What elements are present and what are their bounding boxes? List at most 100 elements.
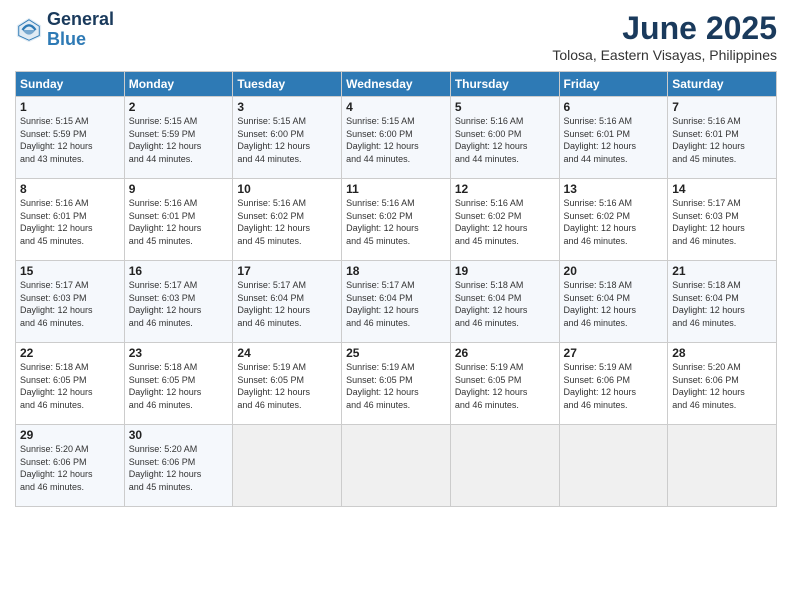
day-info: Sunrise: 5:15 AM Sunset: 6:00 PM Dayligh… bbox=[346, 115, 446, 165]
day-info: Sunrise: 5:16 AM Sunset: 6:01 PM Dayligh… bbox=[672, 115, 772, 165]
calendar-cell: 28Sunrise: 5:20 AM Sunset: 6:06 PM Dayli… bbox=[668, 343, 777, 425]
calendar-cell: 20Sunrise: 5:18 AM Sunset: 6:04 PM Dayli… bbox=[559, 261, 668, 343]
calendar-cell: 6Sunrise: 5:16 AM Sunset: 6:01 PM Daylig… bbox=[559, 97, 668, 179]
day-info: Sunrise: 5:17 AM Sunset: 6:03 PM Dayligh… bbox=[129, 279, 229, 329]
day-number: 26 bbox=[455, 346, 555, 360]
calendar-cell bbox=[233, 425, 342, 507]
logo-text: General Blue bbox=[47, 10, 114, 50]
day-number: 7 bbox=[672, 100, 772, 114]
day-number: 14 bbox=[672, 182, 772, 196]
day-number: 16 bbox=[129, 264, 229, 278]
header-monday: Monday bbox=[124, 72, 233, 97]
logo: General Blue bbox=[15, 10, 114, 50]
day-number: 3 bbox=[237, 100, 337, 114]
day-info: Sunrise: 5:19 AM Sunset: 6:05 PM Dayligh… bbox=[455, 361, 555, 411]
calendar-cell: 18Sunrise: 5:17 AM Sunset: 6:04 PM Dayli… bbox=[342, 261, 451, 343]
day-info: Sunrise: 5:19 AM Sunset: 6:06 PM Dayligh… bbox=[564, 361, 664, 411]
calendar-cell: 11Sunrise: 5:16 AM Sunset: 6:02 PM Dayli… bbox=[342, 179, 451, 261]
location: Tolosa, Eastern Visayas, Philippines bbox=[552, 47, 777, 63]
day-number: 8 bbox=[20, 182, 120, 196]
day-info: Sunrise: 5:18 AM Sunset: 6:04 PM Dayligh… bbox=[672, 279, 772, 329]
day-info: Sunrise: 5:18 AM Sunset: 6:05 PM Dayligh… bbox=[20, 361, 120, 411]
day-info: Sunrise: 5:16 AM Sunset: 6:01 PM Dayligh… bbox=[564, 115, 664, 165]
day-number: 19 bbox=[455, 264, 555, 278]
calendar-cell: 26Sunrise: 5:19 AM Sunset: 6:05 PM Dayli… bbox=[450, 343, 559, 425]
calendar-cell: 21Sunrise: 5:18 AM Sunset: 6:04 PM Dayli… bbox=[668, 261, 777, 343]
day-info: Sunrise: 5:19 AM Sunset: 6:05 PM Dayligh… bbox=[237, 361, 337, 411]
calendar-row: 22Sunrise: 5:18 AM Sunset: 6:05 PM Dayli… bbox=[16, 343, 777, 425]
page-header: General Blue June 2025 Tolosa, Eastern V… bbox=[15, 10, 777, 63]
day-number: 13 bbox=[564, 182, 664, 196]
day-number: 11 bbox=[346, 182, 446, 196]
day-number: 24 bbox=[237, 346, 337, 360]
calendar-cell bbox=[668, 425, 777, 507]
header-sunday: Sunday bbox=[16, 72, 125, 97]
day-info: Sunrise: 5:18 AM Sunset: 6:04 PM Dayligh… bbox=[564, 279, 664, 329]
day-info: Sunrise: 5:17 AM Sunset: 6:03 PM Dayligh… bbox=[20, 279, 120, 329]
header-wednesday: Wednesday bbox=[342, 72, 451, 97]
day-number: 29 bbox=[20, 428, 120, 442]
day-info: Sunrise: 5:17 AM Sunset: 6:04 PM Dayligh… bbox=[346, 279, 446, 329]
day-info: Sunrise: 5:16 AM Sunset: 6:02 PM Dayligh… bbox=[346, 197, 446, 247]
day-number: 2 bbox=[129, 100, 229, 114]
calendar-cell: 19Sunrise: 5:18 AM Sunset: 6:04 PM Dayli… bbox=[450, 261, 559, 343]
day-number: 15 bbox=[20, 264, 120, 278]
day-number: 17 bbox=[237, 264, 337, 278]
day-number: 27 bbox=[564, 346, 664, 360]
day-number: 20 bbox=[564, 264, 664, 278]
calendar-cell: 1Sunrise: 5:15 AM Sunset: 5:59 PM Daylig… bbox=[16, 97, 125, 179]
day-number: 25 bbox=[346, 346, 446, 360]
header-thursday: Thursday bbox=[450, 72, 559, 97]
calendar-cell: 8Sunrise: 5:16 AM Sunset: 6:01 PM Daylig… bbox=[16, 179, 125, 261]
calendar-cell: 15Sunrise: 5:17 AM Sunset: 6:03 PM Dayli… bbox=[16, 261, 125, 343]
day-number: 5 bbox=[455, 100, 555, 114]
day-number: 30 bbox=[129, 428, 229, 442]
day-number: 4 bbox=[346, 100, 446, 114]
calendar-cell: 30Sunrise: 5:20 AM Sunset: 6:06 PM Dayli… bbox=[124, 425, 233, 507]
day-info: Sunrise: 5:16 AM Sunset: 6:02 PM Dayligh… bbox=[564, 197, 664, 247]
calendar-row: 8Sunrise: 5:16 AM Sunset: 6:01 PM Daylig… bbox=[16, 179, 777, 261]
day-number: 28 bbox=[672, 346, 772, 360]
day-info: Sunrise: 5:20 AM Sunset: 6:06 PM Dayligh… bbox=[129, 443, 229, 493]
day-info: Sunrise: 5:18 AM Sunset: 6:04 PM Dayligh… bbox=[455, 279, 555, 329]
calendar-cell: 29Sunrise: 5:20 AM Sunset: 6:06 PM Dayli… bbox=[16, 425, 125, 507]
day-info: Sunrise: 5:19 AM Sunset: 6:05 PM Dayligh… bbox=[346, 361, 446, 411]
day-info: Sunrise: 5:15 AM Sunset: 5:59 PM Dayligh… bbox=[129, 115, 229, 165]
logo-icon bbox=[15, 16, 43, 44]
calendar-cell: 7Sunrise: 5:16 AM Sunset: 6:01 PM Daylig… bbox=[668, 97, 777, 179]
calendar-cell bbox=[450, 425, 559, 507]
calendar-cell: 13Sunrise: 5:16 AM Sunset: 6:02 PM Dayli… bbox=[559, 179, 668, 261]
day-info: Sunrise: 5:16 AM Sunset: 6:01 PM Dayligh… bbox=[20, 197, 120, 247]
calendar-table: Sunday Monday Tuesday Wednesday Thursday… bbox=[15, 71, 777, 507]
day-number: 6 bbox=[564, 100, 664, 114]
weekday-header-row: Sunday Monday Tuesday Wednesday Thursday… bbox=[16, 72, 777, 97]
day-number: 22 bbox=[20, 346, 120, 360]
calendar-cell: 4Sunrise: 5:15 AM Sunset: 6:00 PM Daylig… bbox=[342, 97, 451, 179]
calendar-cell bbox=[559, 425, 668, 507]
day-info: Sunrise: 5:15 AM Sunset: 6:00 PM Dayligh… bbox=[237, 115, 337, 165]
calendar-cell: 24Sunrise: 5:19 AM Sunset: 6:05 PM Dayli… bbox=[233, 343, 342, 425]
calendar-cell: 17Sunrise: 5:17 AM Sunset: 6:04 PM Dayli… bbox=[233, 261, 342, 343]
calendar-cell: 22Sunrise: 5:18 AM Sunset: 6:05 PM Dayli… bbox=[16, 343, 125, 425]
day-number: 21 bbox=[672, 264, 772, 278]
day-info: Sunrise: 5:15 AM Sunset: 5:59 PM Dayligh… bbox=[20, 115, 120, 165]
day-number: 1 bbox=[20, 100, 120, 114]
calendar-page: General Blue June 2025 Tolosa, Eastern V… bbox=[0, 0, 792, 612]
calendar-cell: 12Sunrise: 5:16 AM Sunset: 6:02 PM Dayli… bbox=[450, 179, 559, 261]
header-saturday: Saturday bbox=[668, 72, 777, 97]
header-friday: Friday bbox=[559, 72, 668, 97]
calendar-cell: 14Sunrise: 5:17 AM Sunset: 6:03 PM Dayli… bbox=[668, 179, 777, 261]
day-info: Sunrise: 5:20 AM Sunset: 6:06 PM Dayligh… bbox=[672, 361, 772, 411]
calendar-cell: 23Sunrise: 5:18 AM Sunset: 6:05 PM Dayli… bbox=[124, 343, 233, 425]
calendar-row: 29 Sunrise: 5:20 AM Sunset: 6:06 PM Dayli… bbox=[16, 425, 777, 507]
calendar-row: 1Sunrise: 5:15 AM Sunset: 5:59 PM Daylig… bbox=[16, 97, 777, 179]
calendar-cell: 2Sunrise: 5:15 AM Sunset: 5:59 PM Daylig… bbox=[124, 97, 233, 179]
calendar-cell: 5Sunrise: 5:16 AM Sunset: 6:00 PM Daylig… bbox=[450, 97, 559, 179]
calendar-cell: 16Sunrise: 5:17 AM Sunset: 6:03 PM Dayli… bbox=[124, 261, 233, 343]
day-info: Sunrise: 5:16 AM Sunset: 6:00 PM Dayligh… bbox=[455, 115, 555, 165]
day-number: 18 bbox=[346, 264, 446, 278]
day-number: 10 bbox=[237, 182, 337, 196]
calendar-cell: 27Sunrise: 5:19 AM Sunset: 6:06 PM Dayli… bbox=[559, 343, 668, 425]
day-info: Sunrise: 5:16 AM Sunset: 6:02 PM Dayligh… bbox=[237, 197, 337, 247]
day-info: Sunrise: 5:16 AM Sunset: 6:02 PM Dayligh… bbox=[455, 197, 555, 247]
